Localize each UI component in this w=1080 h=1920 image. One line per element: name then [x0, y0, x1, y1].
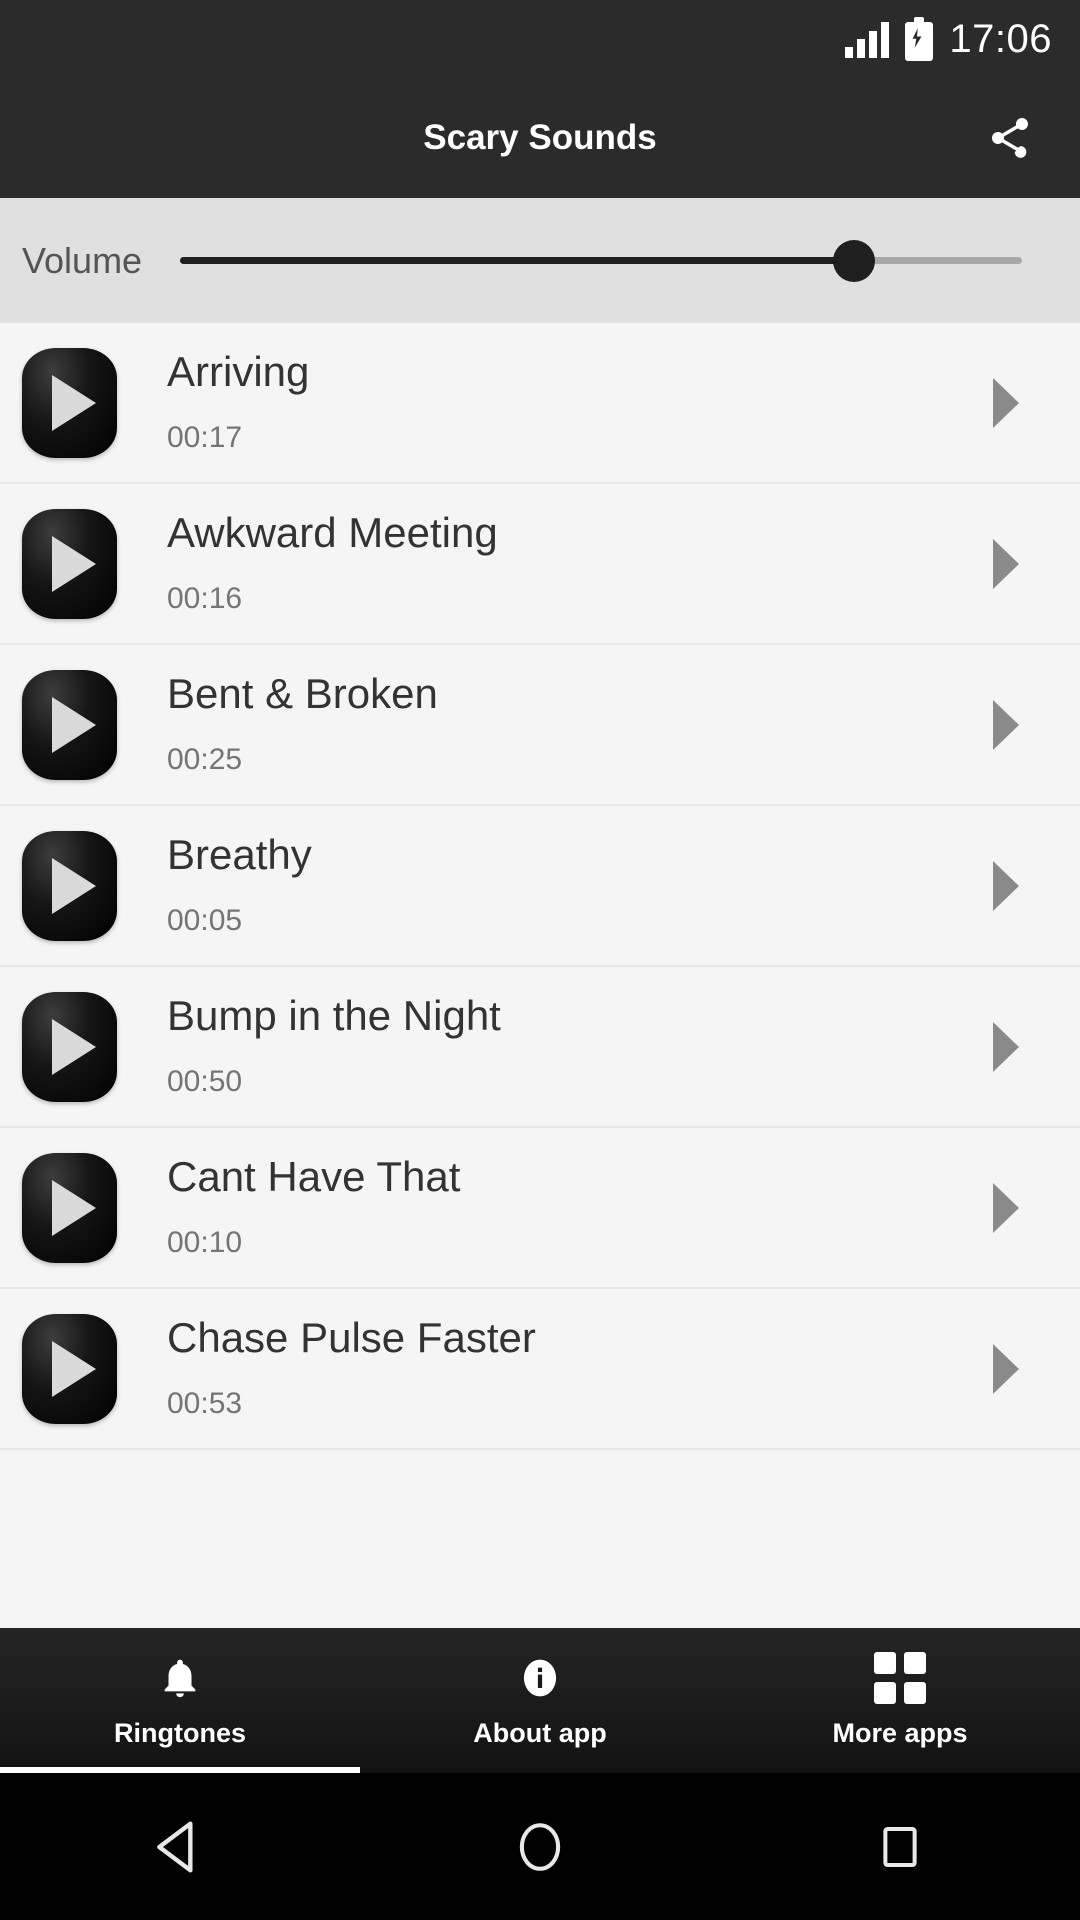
tab-active-indicator — [0, 1767, 360, 1773]
list-item-title: Breathy — [167, 831, 312, 879]
play-arrow-icon[interactable] — [960, 1021, 1080, 1072]
play-arrow-icon[interactable] — [960, 1343, 1080, 1394]
app-screen: 17:06 Scary Sounds Volume Arriving 00:17 A… — [0, 0, 1080, 1920]
list-item-text: Bent & Broken 00:25 — [117, 670, 960, 780]
list-item-duration: 00:10 — [167, 1225, 243, 1259]
back-triangle-icon[interactable] — [120, 1802, 240, 1892]
tab-label: About app — [473, 1718, 607, 1748]
bottom-tab-bar: Ringtones About app More apps — [0, 1628, 1080, 1773]
list-item-title: Arriving — [167, 348, 310, 396]
status-bar-clock: 17:06 — [949, 16, 1052, 61]
play-arrow-icon[interactable] — [960, 860, 1080, 911]
play-thumbnail-icon[interactable] — [22, 508, 117, 619]
list-item[interactable]: Awkward Meeting 00:16 — [0, 484, 1080, 645]
list-item-duration: 00:05 — [167, 903, 243, 937]
volume-label: Volume — [22, 239, 143, 281]
list-item[interactable]: Cant Have That 00:10 — [0, 1128, 1080, 1289]
play-thumbnail-icon[interactable] — [22, 991, 117, 1102]
list-item-duration: 00:25 — [167, 742, 243, 776]
list-item-text: Breathy 00:05 — [117, 831, 960, 941]
battery-charging-icon — [905, 17, 934, 61]
grid-apps-icon — [874, 1652, 926, 1704]
list-item[interactable]: Bump in the Night 00:50 — [0, 967, 1080, 1128]
tab-about-app[interactable]: About app — [360, 1628, 720, 1773]
list-item[interactable]: Bent & Broken 00:25 — [0, 645, 1080, 806]
list-item-duration: 00:17 — [167, 420, 243, 454]
volume-slider[interactable] — [180, 231, 1022, 291]
list-item-title: Bump in the Night — [167, 992, 501, 1040]
recents-square-icon[interactable] — [840, 1802, 960, 1892]
system-navigation-bar — [0, 1773, 1080, 1920]
play-thumbnail-icon[interactable] — [22, 669, 117, 780]
play-arrow-icon[interactable] — [960, 699, 1080, 750]
volume-section: Volume — [0, 198, 1080, 323]
app-bar: Scary Sounds — [0, 78, 1080, 198]
play-arrow-icon[interactable] — [960, 377, 1080, 428]
list-item-text: Awkward Meeting 00:16 — [117, 509, 960, 619]
list-item[interactable]: Arriving 00:17 — [0, 323, 1080, 484]
list-item-title: Bent & Broken — [167, 670, 438, 718]
play-thumbnail-icon[interactable] — [22, 347, 117, 458]
play-thumbnail-icon[interactable] — [22, 1313, 117, 1424]
list-item[interactable]: Chase Pulse Faster 00:53 — [0, 1289, 1080, 1450]
list-item-text: Cant Have That 00:10 — [117, 1153, 960, 1263]
list-item-text: Arriving 00:17 — [117, 348, 960, 458]
list-item[interactable]: Breathy 00:05 — [0, 806, 1080, 967]
list-item-duration: 00:53 — [167, 1386, 243, 1420]
list-item-title: Awkward Meeting — [167, 509, 498, 557]
volume-slider-fill — [180, 257, 854, 264]
list-item-duration: 00:50 — [167, 1064, 243, 1098]
play-arrow-icon[interactable] — [960, 538, 1080, 589]
share-icon[interactable] — [978, 106, 1042, 170]
bell-icon — [157, 1652, 203, 1704]
tab-more-apps[interactable]: More apps — [720, 1628, 1080, 1773]
signal-bars-icon — [845, 20, 890, 58]
volume-slider-thumb[interactable] — [832, 239, 875, 282]
list-item-text: Bump in the Night 00:50 — [117, 992, 960, 1102]
tab-label: More apps — [832, 1718, 968, 1748]
play-thumbnail-icon[interactable] — [22, 1152, 117, 1263]
list-item-title: Cant Have That — [167, 1153, 461, 1201]
home-circle-icon[interactable] — [480, 1802, 600, 1892]
play-thumbnail-icon[interactable] — [22, 830, 117, 941]
info-icon — [517, 1652, 563, 1704]
page-title: Scary Sounds — [423, 118, 657, 157]
play-arrow-icon[interactable] — [960, 1182, 1080, 1233]
list-item-text: Chase Pulse Faster 00:53 — [117, 1314, 960, 1424]
list-item-duration: 00:16 — [167, 581, 243, 615]
tab-ringtones[interactable]: Ringtones — [0, 1628, 360, 1773]
tab-label: Ringtones — [114, 1718, 246, 1748]
status-bar: 17:06 — [0, 0, 1080, 78]
list-item-title: Chase Pulse Faster — [167, 1314, 536, 1362]
sound-list: Arriving 00:17 Awkward Meeting 00:16 Bent & … — [0, 323, 1080, 1628]
